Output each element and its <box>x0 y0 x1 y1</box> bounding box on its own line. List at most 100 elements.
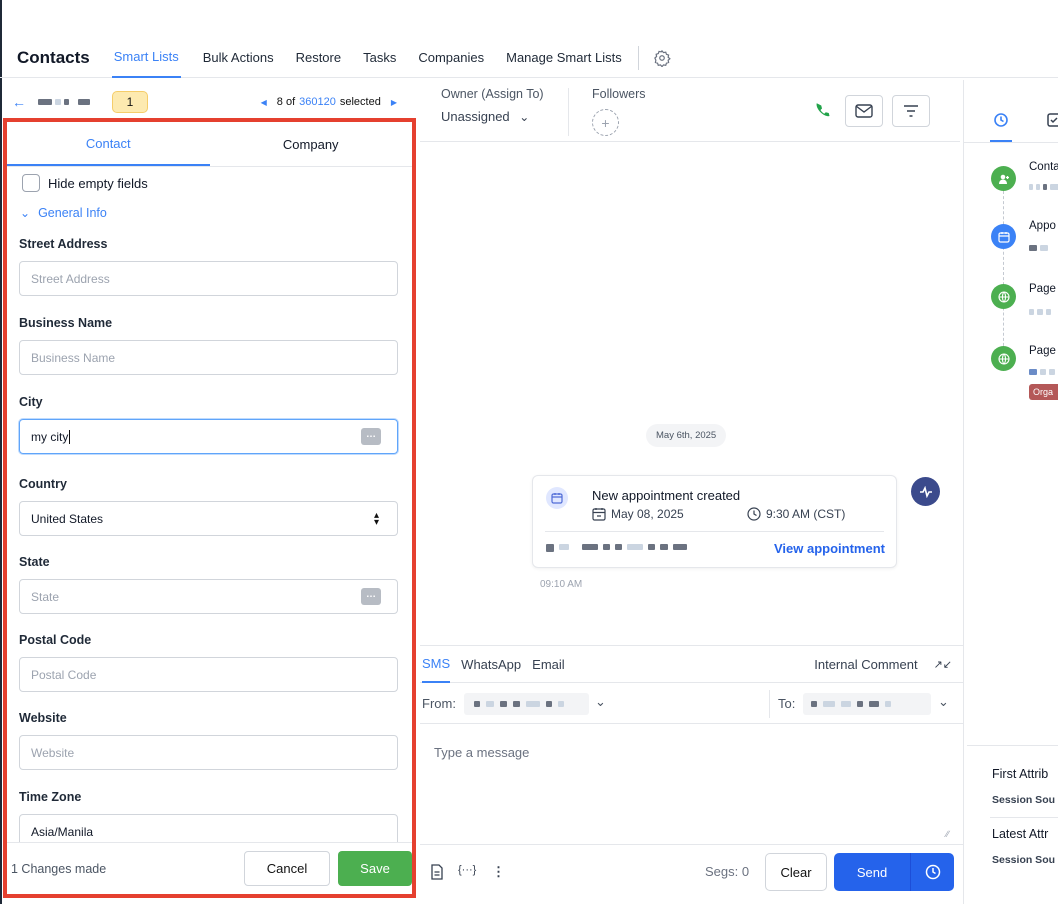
tab-smart-lists[interactable]: Smart Lists <box>111 38 181 78</box>
attribution-divider <box>967 745 1058 746</box>
owner-select[interactable]: Unassigned ⌄ <box>441 109 529 124</box>
record-navigation: ← 1 ◀ 8 of 360120 selected ▶ <box>0 88 415 116</box>
appointment-time-text: 9:30 AM (CST) <box>766 507 846 521</box>
country-value: United States <box>31 511 104 526</box>
timeline-item-4: Page <box>1029 345 1056 357</box>
date-divider: May 6th, 2025 <box>646 424 727 447</box>
field-label-street: Street Address <box>19 237 108 251</box>
tab-tasks-icon[interactable] <box>1046 112 1058 133</box>
view-appointment-link[interactable]: View appointment <box>774 541 885 556</box>
record-pager: ◀ 8 of 360120 selected ▶ <box>261 96 397 108</box>
latest-attribution-heading: Latest Attr <box>992 827 1049 841</box>
custom-values-icon[interactable]: {···} <box>458 864 476 876</box>
tab-restore[interactable]: Restore <box>296 38 342 78</box>
tab-contact[interactable]: Contact <box>7 122 210 166</box>
business-name-input[interactable]: Business Name <box>19 340 398 375</box>
field-label-country: Country <box>19 477 67 491</box>
latest-session-source: Session Sou <box>992 854 1056 866</box>
timeline-item-2: Appo <box>1029 220 1056 232</box>
first-attribution-heading: First Attrib <box>992 767 1049 781</box>
appointment-time: 9:30 AM (CST) <box>747 507 845 521</box>
appointment-date-text: May 08, 2025 <box>611 507 684 521</box>
calendar-icon <box>592 508 606 521</box>
timeline-item-1-detail <box>1029 184 1058 190</box>
tab-company[interactable]: Company <box>210 122 413 166</box>
from-to-row: From: ⌄ To: ⌄ <box>420 684 964 724</box>
appointment-card: New appointment created May 08, 2025 9:3… <box>532 475 897 568</box>
state-input[interactable]: State … <box>19 579 398 614</box>
tab-email[interactable]: Email <box>532 646 565 683</box>
save-button[interactable]: Save <box>338 851 412 886</box>
composer-toolbar: {···} ⋮ Segs: 0 Clear Send <box>420 844 964 901</box>
next-record-icon[interactable]: ▶ <box>391 98 397 107</box>
field-label-business: Business Name <box>19 316 113 330</box>
general-info-toggle[interactable]: ⌄ General Info <box>20 206 412 220</box>
from-number-select[interactable] <box>464 693 589 715</box>
message-input[interactable]: Type a message <box>434 745 529 760</box>
contact-name-redacted <box>38 99 90 105</box>
appointment-icon <box>991 224 1016 249</box>
segments-count: Segs: 0 <box>705 864 750 879</box>
postal-code-input[interactable]: Postal Code <box>19 657 398 692</box>
filter-button[interactable] <box>892 95 930 127</box>
first-session-source: Session Sou <box>992 794 1056 806</box>
tab-tasks[interactable]: Tasks <box>363 38 396 78</box>
collapse-icon[interactable]: ↗↙ <box>934 658 952 671</box>
appointment-name-redacted <box>546 544 687 552</box>
pager-suffix: selected <box>339 96 381 108</box>
pager-position: 8 of <box>276 96 296 108</box>
email-button[interactable] <box>845 95 883 127</box>
appointment-title: New appointment created <box>592 488 741 503</box>
tab-bulk-actions[interactable]: Bulk Actions <box>203 38 274 78</box>
tab-activity[interactable] <box>990 112 1012 142</box>
more-options-icon[interactable]: … <box>361 588 381 605</box>
source-tag: Orga <box>1029 384 1058 400</box>
template-icon[interactable] <box>430 864 444 880</box>
changes-made-text: 1 Changes made <box>11 861 107 876</box>
street-address-input[interactable]: Street Address <box>19 261 398 296</box>
tab-companies[interactable]: Companies <box>418 38 484 78</box>
chevron-down-icon: ⌄ <box>20 206 31 220</box>
phone-icon[interactable] <box>813 101 831 119</box>
timeline-item-3-detail <box>1029 309 1051 315</box>
from-to-divider <box>769 690 770 718</box>
pager-total-link[interactable]: 360120 <box>299 96 336 108</box>
right-panel-divider <box>963 80 964 904</box>
app-root: Contacts Smart Lists Bulk Actions Restor… <box>0 0 1058 904</box>
top-nav: Contacts Smart Lists Bulk Actions Restor… <box>0 38 1058 78</box>
details-tabs: Contact Company <box>7 122 412 167</box>
send-button[interactable]: Send <box>834 865 910 880</box>
chevron-down-icon[interactable]: ⌄ <box>595 694 606 710</box>
hide-empty-row: Hide empty fields <box>22 174 412 192</box>
timeline-item-2-detail <box>1029 245 1048 251</box>
field-label-timezone: Time Zone <box>19 790 82 804</box>
to-number-select[interactable] <box>803 693 931 715</box>
website-input[interactable]: Website <box>19 735 398 770</box>
city-input[interactable]: my city … <box>19 419 398 454</box>
timeline-line <box>1003 186 1004 356</box>
resize-handle-icon[interactable]: ∕∕ <box>946 829 949 839</box>
cancel-button[interactable]: Cancel <box>244 851 330 886</box>
history-icon <box>994 113 1008 127</box>
tab-whatsapp[interactable]: WhatsApp <box>461 646 521 683</box>
arrow-left-icon[interactable]: ← <box>12 94 26 110</box>
from-label: From: <box>422 696 456 711</box>
internal-comment-toggle[interactable]: Internal Comment <box>814 657 917 672</box>
schedule-send-button[interactable] <box>911 864 954 880</box>
country-select[interactable]: United States ▴ ▾ <box>19 501 398 536</box>
chevron-down-icon[interactable]: ⌄ <box>938 694 949 710</box>
clear-button[interactable]: Clear <box>765 853 827 891</box>
channel-tabs: SMS WhatsApp Email Internal Comment ↗↙ <box>420 646 964 683</box>
page-title: Contacts <box>17 47 90 67</box>
add-follower-button[interactable]: + <box>592 109 619 136</box>
gear-icon[interactable] <box>653 49 671 67</box>
tab-sms[interactable]: SMS <box>422 646 451 683</box>
prev-record-icon[interactable]: ◀ <box>261 98 267 107</box>
more-options-icon[interactable]: … <box>361 428 381 445</box>
nav-divider <box>637 45 639 70</box>
hide-empty-checkbox[interactable] <box>22 174 40 192</box>
activity-tabs <box>964 80 1058 143</box>
tab-manage-smart-lists[interactable]: Manage Smart Lists <box>506 38 622 78</box>
more-vertical-icon[interactable]: ⋮ <box>492 864 505 880</box>
clock-icon <box>925 864 940 880</box>
